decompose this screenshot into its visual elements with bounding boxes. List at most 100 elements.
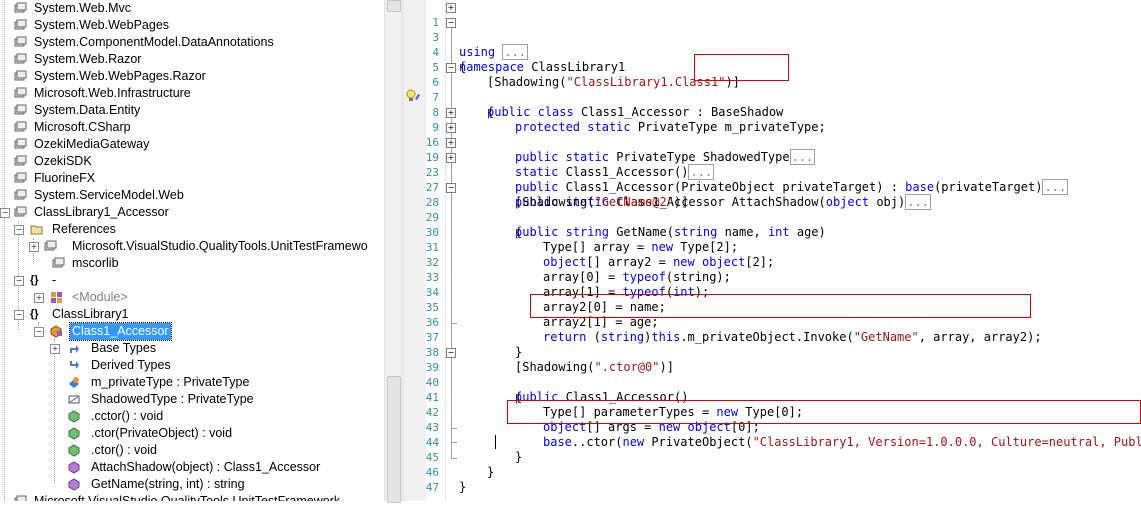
tree-item-label: References: [52, 222, 116, 236]
assembly-icon: [14, 2, 27, 13]
property-icon: [68, 395, 80, 404]
tree-item-classlibrary1-accessor[interactable]: − ClassLibrary1_Accessor: [0, 204, 380, 221]
expand-region-toggle[interactable]: +: [446, 123, 456, 133]
tree-item-class1-accessor[interactable]: − Class1_Accessor: [0, 322, 380, 341]
tree-item-system-web-mvc[interactable]: System.Web.Mvc: [0, 0, 380, 17]
collapse-toggle[interactable]: −: [14, 276, 24, 286]
tree-vertical-scrollbar[interactable]: [384, 0, 402, 503]
assembly-icon: [14, 87, 27, 98]
expand-region-toggle[interactable]: +: [446, 3, 456, 13]
tree-item-system-web-webpages-razor[interactable]: System.Web.WebPages.Razor: [0, 68, 380, 85]
expand-toggle[interactable]: +: [50, 344, 60, 354]
expand-region-toggle[interactable]: +: [446, 138, 456, 148]
tree-item-label: Class1_Accessor: [69, 322, 172, 341]
expand-region-toggle[interactable]: +: [446, 108, 456, 118]
highlight-box-base-ctor: [507, 400, 1141, 424]
tree-item-microsoft-csharp[interactable]: Microsoft.CSharp: [0, 119, 380, 136]
collapse-region-toggle[interactable]: −: [446, 18, 456, 28]
text-caret: [495, 435, 496, 449]
code-line: 4 {: [404, 30, 1141, 74]
tree-item-label: m_privateType : PrivateType: [91, 375, 250, 389]
tree-item-derived-types[interactable]: Derived Types: [0, 357, 380, 374]
tree-item-system-servicemodel-web[interactable]: System.ServiceModel.Web: [0, 187, 380, 204]
assembly-icon: [14, 36, 27, 47]
tree-item-system-web-razor[interactable]: System.Web.Razor: [0, 51, 380, 68]
tree-item-label: System.Web.Razor: [34, 52, 142, 66]
tree-item-shadowedtype[interactable]: ShadowedType : PrivateType: [0, 391, 380, 408]
code-line: 3 − namespace ClassLibrary1: [404, 15, 1141, 74]
tree-item-ctor-privateobject[interactable]: .ctor(PrivateObject) : void: [0, 425, 380, 442]
code-line: 29 {: [404, 195, 1141, 239]
code-line: 45 }: [404, 435, 1141, 479]
highlight-box-baseshadow: [694, 54, 789, 81]
tree-item-label: System.Web.Mvc: [34, 1, 132, 15]
assembly-icon: [14, 104, 27, 115]
code-line: 47: [404, 465, 1141, 494]
tree-item-label: Microsoft.VisualStudio.QualityTools.Unit…: [34, 494, 341, 501]
tree-item-label: Base Types: [91, 341, 157, 355]
tree-item-references[interactable]: − References: [0, 221, 380, 238]
tree-item-label: -: [52, 273, 57, 287]
tree-item-label: .ctor(PrivateObject) : void: [91, 426, 233, 440]
tree-item-system-web-webpages[interactable]: System.Web.WebPages: [0, 17, 380, 34]
code-line: 19 + public Class1_Accessor(PrivateObjec…: [404, 135, 1141, 195]
derived-types-icon: [70, 361, 79, 369]
code-line: 40 {: [404, 360, 1141, 404]
tree-item-label: ClassLibrary1: [52, 307, 129, 321]
tree-item-unittestframework-reference[interactable]: + Microsoft.VisualStudio.QualityTools.Un…: [0, 238, 380, 255]
tree-item-system-data-entity[interactable]: System.Data.Entity: [0, 102, 380, 119]
expand-toggle[interactable]: +: [34, 293, 44, 303]
tree-item-base-types[interactable]: + Base Types: [0, 340, 380, 357]
tree-item-cctor[interactable]: .cctor() : void: [0, 408, 380, 425]
method-icon: [68, 478, 80, 491]
tree-item-ozekisdk[interactable]: OzekiSDK: [0, 153, 380, 170]
tree-item-module[interactable]: + <Module>: [0, 289, 380, 306]
code-line: 39 − public Class1_Accessor(): [404, 345, 1141, 404]
tree-item-ozekimediagateway[interactable]: OzekiMediaGateway: [0, 136, 380, 153]
tree-item-namespace-empty[interactable]: − {} -: [0, 272, 380, 289]
assembly-icon: [14, 155, 27, 166]
tree-item-label: System.ServiceModel.Web: [34, 188, 184, 202]
highlight-box-return-invoke: [530, 294, 1031, 318]
collapse-region-toggle[interactable]: −: [446, 63, 456, 73]
code-line: 27 [Shadowing("GetName@2")]: [404, 165, 1141, 209]
code-line: 38 [Shadowing(".ctor@0")]: [404, 330, 1141, 374]
namespace-icon: {}: [30, 274, 39, 286]
expand-toggle[interactable]: +: [29, 242, 39, 252]
tree-item-unittestframework[interactable]: Microsoft.VisualStudio.QualityTools.Unit…: [0, 493, 380, 501]
tree-item-label: ShadowedType : PrivateType: [91, 392, 254, 406]
collapse-toggle[interactable]: −: [0, 208, 10, 218]
folder-icon: [30, 225, 43, 235]
tree-item-label: FluorineFX: [34, 171, 96, 185]
collapse-toggle[interactable]: −: [14, 310, 24, 320]
tree-item-attachshadow[interactable]: AttachShadow(object) : Class1_Accessor: [0, 459, 380, 476]
method-icon: [68, 427, 80, 440]
expand-region-toggle[interactable]: +: [446, 153, 456, 163]
tree-item-label: OzekiMediaGateway: [34, 137, 150, 151]
collapse-region-toggle[interactable]: −: [446, 348, 456, 358]
collapse-toggle[interactable]: −: [14, 225, 24, 235]
tree-item-m-privatetype[interactable]: m_privateType : PrivateType: [0, 374, 380, 391]
collapse-toggle[interactable]: −: [34, 327, 44, 337]
tree-item-label: System.Web.WebPages: [34, 18, 170, 32]
scrollbar-arrow[interactable]: [387, 0, 401, 12]
tree-item-getname[interactable]: GetName(string, int) : string: [0, 476, 380, 493]
tree-item-fluorinefx[interactable]: FluorineFX: [0, 170, 380, 187]
module-icon: [51, 292, 62, 303]
code-line: 28 − public string GetName(string name, …: [404, 180, 1141, 239]
method-icon: [68, 410, 80, 423]
tree-item-system-componentmodel-dataannotations[interactable]: System.ComponentModel.DataAnnotations: [0, 34, 380, 51]
assembly-icon: [14, 19, 27, 30]
code-editor[interactable]: 1 + using ... 3 − namespace ClassLibrary…: [404, 0, 1141, 501]
tree-item-mscorlib[interactable]: mscorlib: [0, 255, 380, 272]
collapse-region-toggle[interactable]: −: [446, 183, 456, 193]
method-icon: [68, 461, 80, 474]
assembly-icon: [14, 206, 27, 217]
code-line: 8 protected static PrivateType m_private…: [404, 90, 1141, 134]
code-line: 31 object[] array2 = new object[2];: [404, 225, 1141, 269]
tree-item-ctor[interactable]: .ctor() : void: [0, 442, 380, 459]
tree-item-namespace-classlibrary1[interactable]: − {} ClassLibrary1: [0, 306, 380, 323]
namespace-icon: {}: [30, 308, 39, 320]
scrollbar-thumb[interactable]: [387, 376, 401, 503]
tree-item-microsoft-web-infrastructure[interactable]: Microsoft.Web.Infrastructure: [0, 85, 380, 102]
